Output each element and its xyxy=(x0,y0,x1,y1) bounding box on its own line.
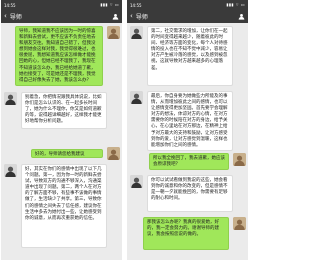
message-bubble-in[interactable]: 第二，社交需求的增加，让你们在一起的时间变得越来越少，随着彼此的时间、经济等方面… xyxy=(147,26,233,86)
message-list: 第二，社交需求的增加，让你们在一起的时间变得越来越少，随着彼此的时间、经济等方面… xyxy=(127,23,248,260)
message-bubble-in[interactable]: 好，其实在你们的感情中出现了以下几个问题。第一，因为你一时的新鲜去尝试，导致双方… xyxy=(21,164,107,248)
status-bar: 14:55 ▮▮▮ ⌔ ▭ xyxy=(1,0,122,10)
message-bubble-out[interactable]: 所以我全挽回了，我去道歉，她应该会原谅我吧？ xyxy=(149,153,229,170)
status-indicators: ▮▮▮ ⌔ ▭ xyxy=(226,2,245,7)
back-button[interactable]: ‹ xyxy=(4,13,7,20)
status-bar: 14:55 ▮▮▮ ⌔ ▭ xyxy=(127,0,248,10)
chat-title: 导师 xyxy=(135,14,148,21)
message-bubble-in[interactable]: 别着急，你把情况跟我具体说说，比如你们是怎么认识的、在一起多长时间了，她为什么不… xyxy=(21,92,107,129)
chat-screen-left: 14:55 ▮▮▮ ⌔ ▭ ‹ 导师 导师，我知道我不应该因为一时的惊喜和新鲜去… xyxy=(1,0,122,260)
mentor-avatar[interactable] xyxy=(130,26,143,39)
message-bubble-in[interactable]: 最后，你自身要为她做些力所能及的事情，从而增加彼此之间的感情，也可以让感情变得更… xyxy=(147,91,233,151)
contact-profile-icon[interactable] xyxy=(112,13,119,20)
message-list: 导师，我知道我不应该因为一时的惊喜和新鲜去尝试，更不应该不负责任地去和朋友交往。… xyxy=(1,23,122,260)
status-indicators: ▮▮▮ ⌔ ▭ xyxy=(100,2,119,7)
mentor-avatar[interactable] xyxy=(130,91,143,104)
message-bubble-out[interactable]: 那我该怎么办呢？我真的很爱她，好的，我一定会努力的。谢谢导师的建议，我会按照您说… xyxy=(143,217,229,250)
status-time: 14:55 xyxy=(4,2,16,8)
chat-title: 导师 xyxy=(9,14,22,21)
contact-profile-icon[interactable] xyxy=(238,13,245,20)
chat-header: ‹ 导师 xyxy=(127,10,248,23)
status-time: 14:55 xyxy=(130,2,142,8)
chat-header: ‹ 导师 xyxy=(1,10,122,23)
user-avatar[interactable] xyxy=(107,147,120,160)
back-button[interactable]: ‹ xyxy=(130,13,133,20)
user-avatar[interactable] xyxy=(233,217,246,230)
mentor-avatar[interactable] xyxy=(130,175,143,188)
message-bubble-out[interactable]: 好的，导师请您给我建议 xyxy=(31,149,103,158)
mentor-avatar[interactable] xyxy=(4,92,17,105)
user-avatar[interactable] xyxy=(233,153,246,166)
message-bubble-in[interactable]: 你可以试试看做到我说的这些，她会看到你的诚意和你的改变的，但是感情不是一朝一夕就… xyxy=(147,175,233,212)
mentor-avatar[interactable] xyxy=(4,164,17,177)
chat-screen-right: 14:55 ▮▮▮ ⌔ ▭ ‹ 导师 第二，社交需求的增加，让你们在一起的时间变… xyxy=(127,0,248,260)
message-bubble-out[interactable]: 导师，我知道我不应该因为一时的惊喜和新鲜去尝试，更不应该不负责任地去和朋友交往。… xyxy=(15,26,103,86)
user-avatar[interactable] xyxy=(107,26,120,39)
